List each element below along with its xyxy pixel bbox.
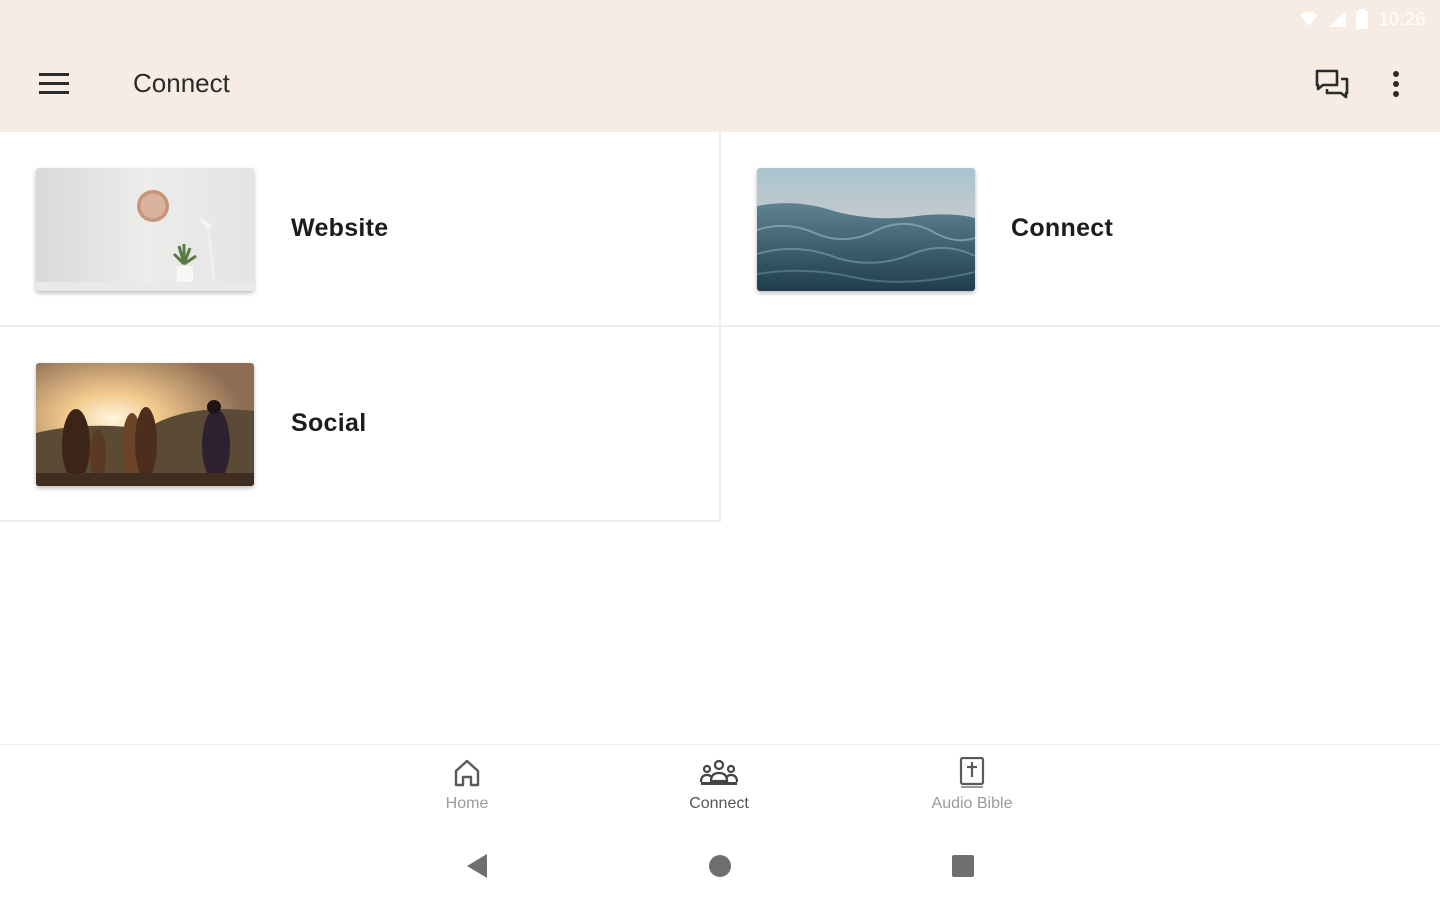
home-circle-icon — [709, 855, 731, 877]
bible-icon — [959, 755, 985, 791]
status-bar: 10:26 — [0, 0, 1440, 38]
card-label-connect: Connect — [1011, 214, 1114, 242]
menu-icon — [39, 73, 69, 94]
system-recents-button[interactable] — [945, 848, 981, 884]
back-icon — [467, 854, 487, 878]
nav-item-connect[interactable]: Connect — [649, 755, 789, 825]
more-options-button[interactable] — [1372, 56, 1420, 112]
wifi-icon — [1300, 11, 1319, 27]
group-icon — [700, 755, 738, 791]
status-time: 10:26 — [1378, 8, 1426, 29]
system-home-button[interactable] — [702, 848, 738, 884]
app-bar: Connect — [0, 38, 1440, 132]
nav-label-audio-bible: Audio Bible — [931, 795, 1013, 812]
more-vert-icon — [1393, 71, 1399, 97]
connect-thumbnail — [757, 168, 975, 291]
nav-label-connect: Connect — [689, 795, 749, 812]
card-website[interactable]: Website — [0, 132, 721, 327]
website-thumbnail — [36, 168, 254, 291]
nav-item-audio-bible[interactable]: Audio Bible — [902, 755, 1042, 825]
battery-icon — [1356, 9, 1369, 29]
card-connect[interactable]: Connect — [721, 132, 1440, 327]
social-thumbnail — [36, 363, 254, 486]
recents-icon — [952, 855, 974, 877]
bottom-navigation: Home Connect Audio Bible — [0, 744, 1440, 830]
page-title: Connect — [133, 68, 230, 98]
chat-button[interactable] — [1304, 56, 1360, 112]
menu-button[interactable] — [26, 56, 82, 112]
card-label-social: Social — [291, 409, 367, 437]
card-social[interactable]: Social — [0, 327, 721, 522]
home-icon — [453, 755, 481, 791]
signal-icon — [1328, 11, 1347, 27]
nav-label-home: Home — [445, 795, 489, 812]
chat-icon — [1315, 69, 1349, 99]
app-root: 10:26 Connect Website Connect Social Hom… — [0, 0, 1440, 900]
nav-item-home[interactable]: Home — [397, 755, 537, 825]
system-navigation-bar — [0, 830, 1440, 900]
system-back-button[interactable] — [459, 848, 495, 884]
card-label-website: Website — [291, 214, 389, 242]
